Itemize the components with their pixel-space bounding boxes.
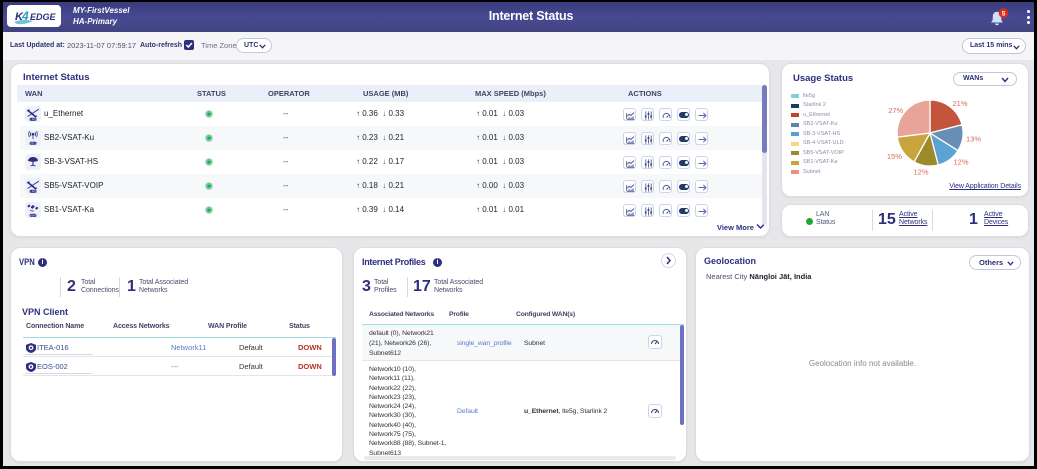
svg-text:12%: 12% [913, 167, 928, 176]
svg-text:21%: 21% [952, 99, 967, 108]
svg-text:LRD: LRD [30, 118, 35, 122]
svg-text:5: 5 [1002, 10, 1006, 17]
svg-text:VSAT: VSAT [30, 214, 37, 218]
svg-text:LRD: LRD [30, 190, 35, 194]
svg-text:15%: 15% [887, 152, 902, 161]
svg-text:27%: 27% [888, 106, 903, 115]
svg-text:CELL: CELL [30, 142, 37, 146]
svg-text:12%: 12% [953, 158, 968, 167]
svg-text:13%: 13% [966, 135, 981, 144]
